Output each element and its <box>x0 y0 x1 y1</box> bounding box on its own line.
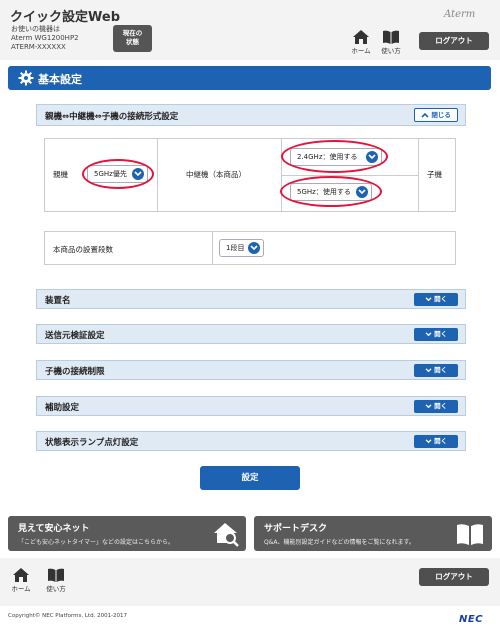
support-desk-title: サポートデスク <box>264 524 328 534</box>
device-name-section[interactable]: 装置名 開く <box>36 289 466 309</box>
highlight-ring <box>280 176 382 207</box>
home-label: ホーム <box>351 47 371 55</box>
footer-logout-button[interactable]: ログアウト <box>419 568 489 586</box>
stage-label: 本商品の設置段数 <box>53 245 113 254</box>
safety-net-banner[interactable]: 見えて安心ネット 「こども安心ネットタイマー」などの設定はこちらから。 <box>8 516 246 551</box>
client-restriction-section[interactable]: 子機の接続制限 開く <box>36 360 466 380</box>
current-status-button[interactable]: 現在の 状態 <box>113 25 152 52</box>
status-button-line1: 現在の <box>122 29 143 37</box>
copyright: Copyright© NEC Platforms, Ltd. 2001-2017 <box>8 613 128 619</box>
support-desk-subtitle: Q&A、機能別設定ガイドなどの情報をご覧になれます。 <box>264 539 415 546</box>
open-button[interactable]: 開く <box>414 400 458 413</box>
close-panel-button[interactable]: 閉じる <box>414 108 458 122</box>
status-button-line2: 状態 <box>126 38 139 46</box>
accordion-title: 装置名 <box>45 296 71 306</box>
connection-panel-title: 親機⇔中継機⇔子機の接続形式設定 <box>45 112 179 122</box>
open-button[interactable]: 開く <box>414 328 458 341</box>
manual-label: 使い方 <box>381 47 401 55</box>
section-header: 基本設定 <box>8 66 491 90</box>
open-button-label: 開く <box>434 295 448 303</box>
book-icon <box>383 30 399 44</box>
chevron-down-icon <box>425 331 432 336</box>
open-button[interactable]: 開く <box>414 293 458 306</box>
chevron-down-icon <box>425 438 432 443</box>
device-id: ATERM-XXXXXX <box>11 43 66 51</box>
table-divider <box>212 232 213 264</box>
highlight-ring <box>281 140 388 173</box>
repeater-label: 中継機（本商品） <box>186 170 246 179</box>
accordion-title: 子機の接続制限 <box>45 367 105 377</box>
home-button[interactable]: ホーム <box>347 30 375 55</box>
auxiliary-settings-section[interactable]: 補助設定 開く <box>36 396 466 416</box>
status-lamp-section[interactable]: 状態表示ランプ点灯設定 開く <box>36 431 466 451</box>
chevron-down-icon <box>425 367 432 372</box>
close-panel-label: 閉じる <box>431 111 451 119</box>
footer: ホーム 使い方 ログアウト <box>0 558 500 606</box>
footer-manual-button[interactable]: 使い方 <box>42 568 70 593</box>
table-divider <box>157 139 158 211</box>
house-search-icon <box>214 523 239 547</box>
open-button-label: 開く <box>434 330 448 338</box>
manual-button[interactable]: 使い方 <box>377 30 405 55</box>
logout-button[interactable]: ログアウト <box>419 32 489 50</box>
header: クイック設定Web お使いの機器は Aterm WG1200HP2 ATERM-… <box>0 0 500 60</box>
footer-home-button[interactable]: ホーム <box>7 568 35 593</box>
app-title: クイック設定Web <box>10 10 120 25</box>
chevron-up-icon <box>421 112 429 118</box>
safety-net-subtitle: 「こども安心ネットタイマー」などの設定はこちらから。 <box>18 539 175 546</box>
source-verification-section[interactable]: 送信元検証設定 開く <box>36 324 466 344</box>
company-logo: NEC <box>459 614 484 625</box>
table-divider <box>418 139 419 211</box>
accordion-title: 状態表示ランプ点灯設定 <box>45 438 139 448</box>
open-button[interactable]: 開く <box>414 364 458 377</box>
footer-home-label: ホーム <box>11 585 31 593</box>
parent-label: 親機 <box>53 170 68 179</box>
stage-select[interactable]: 1段目 <box>219 239 264 257</box>
connection-panel-header[interactable]: 親機⇔中継機⇔子機の接続形式設定 閉じる <box>36 104 466 126</box>
table-divider <box>281 175 418 176</box>
device-label: お使いの機器は <box>11 25 60 33</box>
gear-icon <box>18 70 34 86</box>
home-icon <box>353 30 369 44</box>
chevron-down-icon <box>425 403 432 408</box>
stage-value: 1段目 <box>226 244 245 252</box>
footer-manual-label: 使い方 <box>46 585 66 593</box>
device-model: Aterm WG1200HP2 <box>11 34 79 42</box>
highlight-ring <box>82 159 154 189</box>
chevron-down-icon <box>425 296 432 301</box>
child-label: 子機 <box>427 170 442 179</box>
accordion-title: 送信元検証設定 <box>45 331 105 341</box>
chevron-down-icon <box>248 242 260 254</box>
open-button[interactable]: 開く <box>414 435 458 448</box>
open-button-label: 開く <box>434 437 448 445</box>
accordion-title: 補助設定 <box>45 403 80 413</box>
support-desk-banner[interactable]: サポートデスク Q&A、機能別設定ガイドなどの情報をご覧になれます。 <box>254 516 492 551</box>
book-icon <box>48 568 64 582</box>
submit-button[interactable]: 設定 <box>200 466 300 490</box>
book-icon <box>457 524 483 545</box>
section-title: 基本設定 <box>38 73 82 86</box>
safety-net-title: 見えて安心ネット <box>18 524 90 534</box>
open-button-label: 開く <box>434 402 448 410</box>
brand-logo: Aterm <box>444 9 476 20</box>
home-icon <box>13 568 29 582</box>
open-button-label: 開く <box>434 366 448 374</box>
